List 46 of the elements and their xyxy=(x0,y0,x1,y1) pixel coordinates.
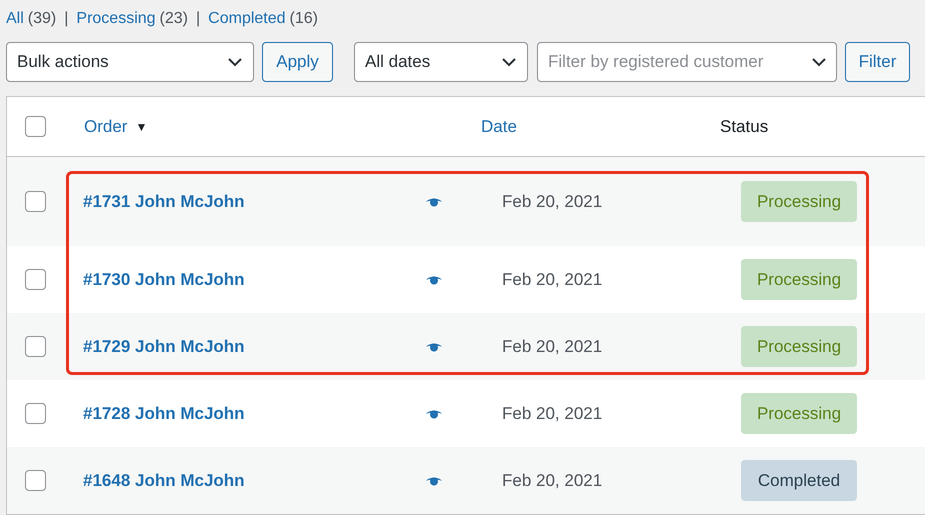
bulk-actions-select[interactable]: Bulk actions xyxy=(6,42,254,82)
order-link[interactable]: #1729 John McJohn xyxy=(63,334,425,360)
column-header[interactable]: Order xyxy=(84,114,128,140)
chevron-down-icon xyxy=(227,57,243,67)
view-count: (16) xyxy=(290,9,318,29)
order-date: Feb 20, 2021 xyxy=(502,402,604,425)
view-link[interactable]: Processing xyxy=(76,7,156,31)
checkbox[interactable] xyxy=(24,191,46,212)
separator: | xyxy=(196,9,200,29)
order-link[interactable]: #1648 John McJohn xyxy=(63,468,425,494)
apply-button[interactable]: Apply xyxy=(262,42,333,82)
sort-icon: ▼ xyxy=(135,118,148,136)
order-date: Feb 20, 2021 xyxy=(502,470,604,492)
order-link[interactable]: #1728 John McJohn xyxy=(63,400,425,426)
column-header[interactable]: Date xyxy=(481,114,517,140)
view-count: (23) xyxy=(160,9,188,29)
eye-icon[interactable] xyxy=(425,342,443,352)
checkbox[interactable] xyxy=(24,336,46,357)
separator: | xyxy=(64,9,68,29)
order-date: Feb 20, 2021 xyxy=(502,336,604,358)
order-link[interactable]: #1730 John McJohn xyxy=(63,266,425,292)
order-link[interactable]: #1731 John McJohn xyxy=(63,188,425,214)
checkbox[interactable] xyxy=(24,116,46,137)
date-select[interactable]: All dates xyxy=(354,42,528,82)
checkbox[interactable] xyxy=(24,403,46,424)
view-count: (39) xyxy=(28,9,56,29)
status-badge: Processing xyxy=(741,259,857,300)
status-badge: Processing xyxy=(741,181,857,222)
eye-icon[interactable] xyxy=(425,408,443,418)
view-link[interactable]: Completed xyxy=(208,7,286,31)
checkbox[interactable] xyxy=(24,269,46,290)
view-link[interactable]: All xyxy=(6,7,24,31)
order-date: Feb 20, 2021 xyxy=(502,268,604,291)
eye-icon[interactable] xyxy=(425,274,443,284)
order-date: Feb 20, 2021 xyxy=(502,190,604,213)
eye-icon[interactable] xyxy=(425,476,443,486)
checkbox[interactable] xyxy=(24,470,46,491)
chevron-down-icon xyxy=(811,57,827,67)
status-badge: Completed xyxy=(741,460,857,501)
status-badge: Processing xyxy=(741,326,857,367)
column-header: Status xyxy=(720,116,768,138)
status-badge: Processing xyxy=(741,393,857,434)
eye-icon[interactable] xyxy=(425,196,443,206)
chevron-down-icon xyxy=(501,57,517,67)
filter-button[interactable]: Filter xyxy=(845,42,910,82)
customer-select[interactable]: Filter by registered customer xyxy=(537,42,837,82)
